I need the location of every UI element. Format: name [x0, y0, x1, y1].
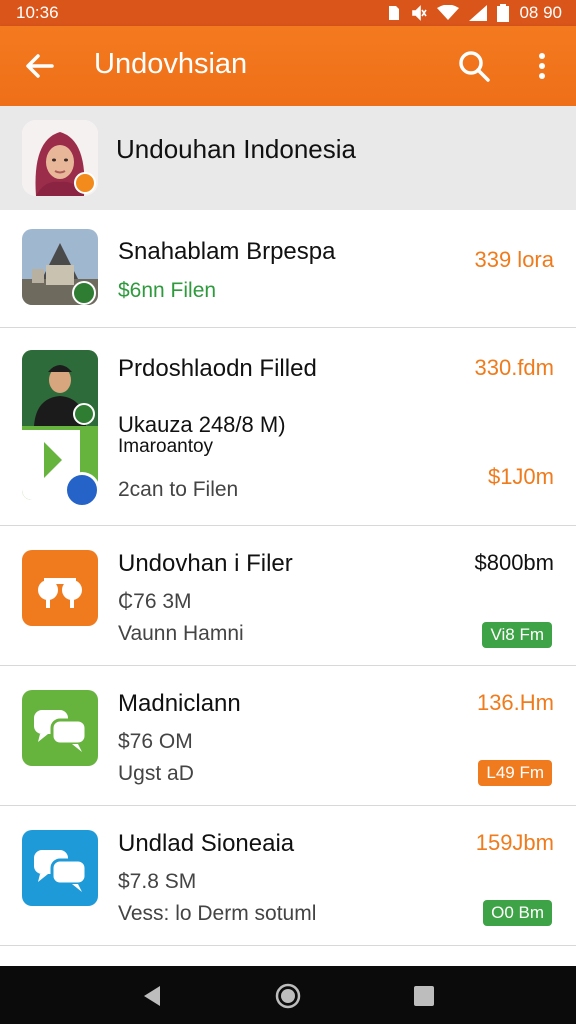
item-price: $800bm: [474, 550, 554, 575]
mosque-thumbnail: [22, 229, 98, 305]
status-badge: Vi8 Fm: [482, 622, 552, 648]
item-caption: Ugst aD: [118, 762, 194, 785]
item-subtitle: Ukauza 248/8 M): [118, 412, 286, 437]
app-bar: Undovhsian: [0, 26, 576, 106]
item-price: 136.Hm: [476, 690, 554, 715]
item-title: Undovhan i Filer: [118, 550, 293, 577]
list-item[interactable]: Snahablam Brpespa $6nn Filen 339 lora: [0, 210, 576, 328]
wifi-icon: [437, 5, 460, 20]
status-bar: 10:36 08 90: [0, 0, 576, 26]
item-price: 159Jbm: [475, 830, 554, 855]
verified-badge-icon: [74, 172, 96, 194]
status-icons: 08 90: [387, 3, 562, 23]
app-bar-title: Undovhsian: [94, 48, 248, 80]
item-subtitle: $6nn Filen: [118, 279, 217, 302]
status-time: 10:36: [16, 3, 59, 22]
item-subtitle: $76 OM: [118, 730, 193, 753]
signal-icon: [469, 5, 488, 21]
app-icon-orange: [22, 550, 98, 626]
channel-title: Undouhan Indonesia: [116, 134, 356, 164]
status-badge: O0 Bm: [483, 900, 552, 926]
nav-home-icon[interactable]: [274, 982, 302, 1010]
item-subtitle: ₵76 3M: [118, 590, 192, 613]
item-title: Snahablam Brpespa: [118, 238, 336, 265]
item-title: Madniclann: [118, 690, 241, 717]
more-vert-icon[interactable]: [528, 48, 556, 84]
item-price: 339 lora: [474, 247, 554, 272]
list-item[interactable]: Prdoshlaodn Filled Ukauza 248/8 M) Imaro…: [0, 328, 576, 526]
item-price-secondary: $1J0m: [487, 464, 554, 489]
list-item[interactable]: Undlad Sioneaia $7.8 SM Vess: lo Derm so…: [0, 806, 576, 946]
system-nav-bar: [0, 966, 576, 1024]
back-arrow-icon[interactable]: [22, 48, 58, 84]
nav-back-icon[interactable]: [138, 982, 166, 1010]
item-title: Undlad Sioneaia: [118, 830, 295, 857]
chat-icon-green: [22, 690, 98, 766]
list-item[interactable]: Undovhan i Filer ₵76 3M Vaunn Hamni $800…: [0, 526, 576, 666]
item-subtitle: $7.8 SM: [118, 870, 197, 893]
item-caption: Vess: lo Derm sotuml: [118, 902, 317, 925]
sim-icon: [389, 6, 400, 20]
item-caption: 2can to Filen: [118, 478, 239, 501]
status-clock: 08 90: [519, 3, 562, 22]
list-item[interactable]: Madniclann $76 OM Ugst aD 136.Hm L49 Fm: [0, 666, 576, 806]
nav-recents-icon[interactable]: [410, 982, 438, 1010]
item-title: Prdoshlaodn Filled: [118, 355, 317, 382]
search-icon[interactable]: [456, 48, 492, 84]
item-caption: Vaunn Hamni: [118, 622, 244, 645]
mute-icon: [412, 5, 428, 21]
item-subtitle-secondary: Imaroantoy: [118, 436, 214, 457]
status-badge: L49 Fm: [478, 760, 552, 786]
battery-icon: [497, 4, 510, 22]
item-price: 330.fdm: [474, 355, 555, 380]
apps-badge-icon: [64, 472, 100, 508]
channel-header[interactable]: Undouhan Indonesia: [0, 106, 576, 210]
chat-icon-blue: [22, 830, 98, 906]
